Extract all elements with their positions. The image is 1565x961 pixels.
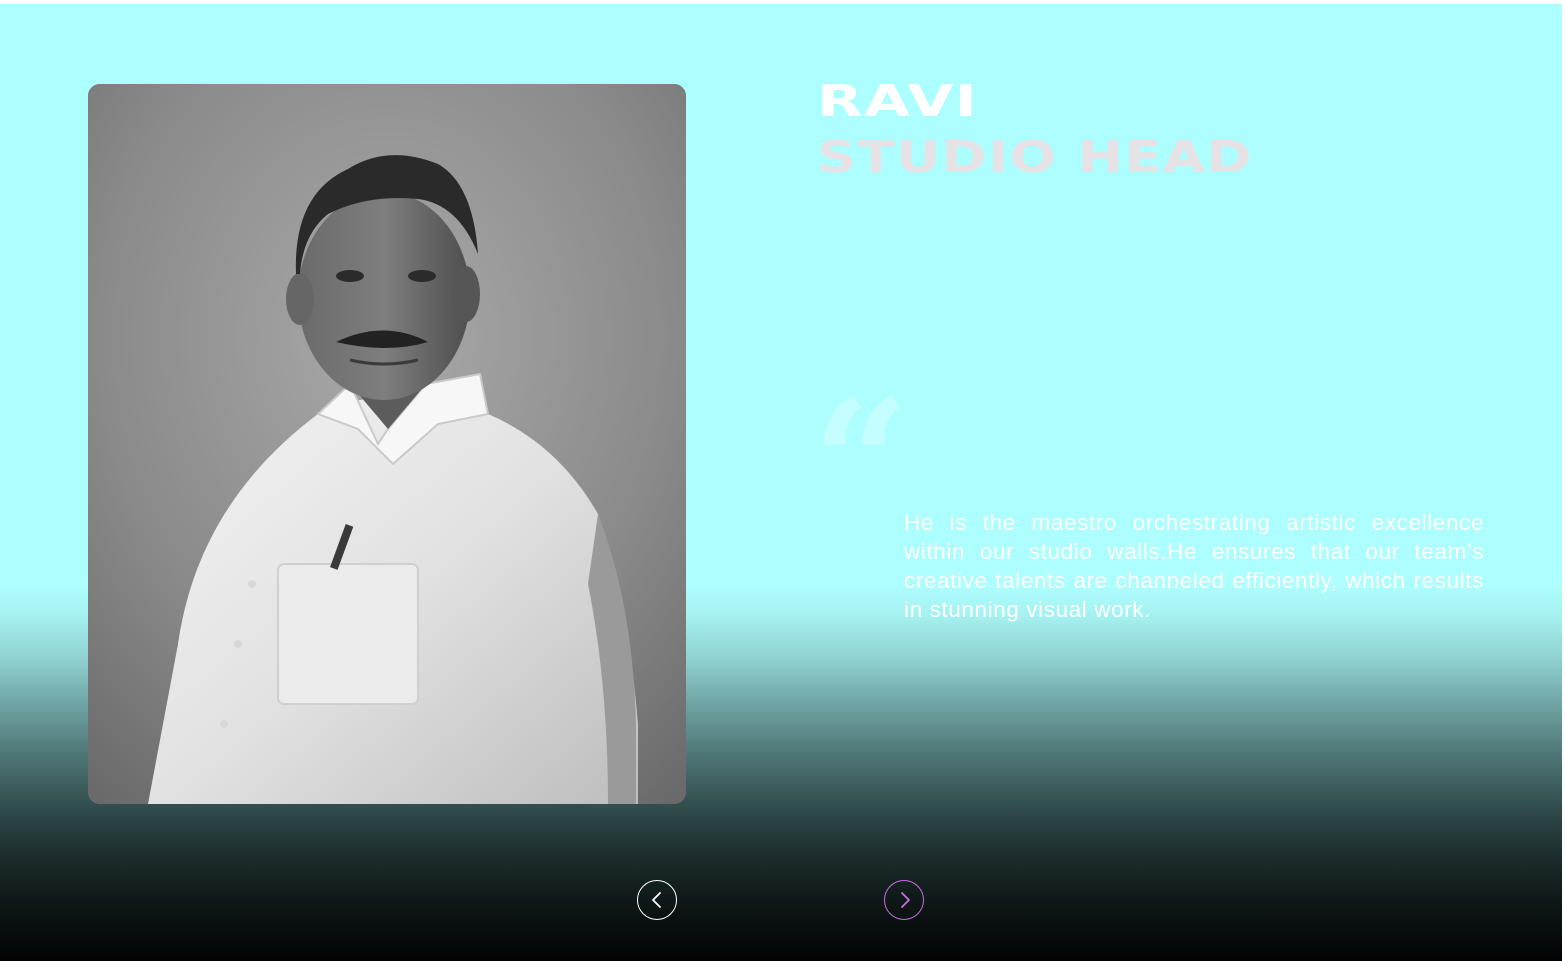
portrait-photo [88, 84, 686, 804]
member-name: RAVI [817, 76, 979, 127]
previous-slide-button[interactable] [637, 880, 677, 920]
team-member-slide: RAVI STUDIO HEAD “ He is the maestro orc… [0, 0, 1565, 961]
member-role: STUDIO HEAD [817, 132, 1253, 183]
next-slide-button[interactable] [884, 880, 924, 920]
chevron-right-icon [901, 892, 910, 908]
quote-mark-icon: “ [812, 363, 910, 563]
member-bio: He is the maestro orchestrating artistic… [904, 510, 1484, 622]
chevron-left-icon [652, 892, 661, 908]
